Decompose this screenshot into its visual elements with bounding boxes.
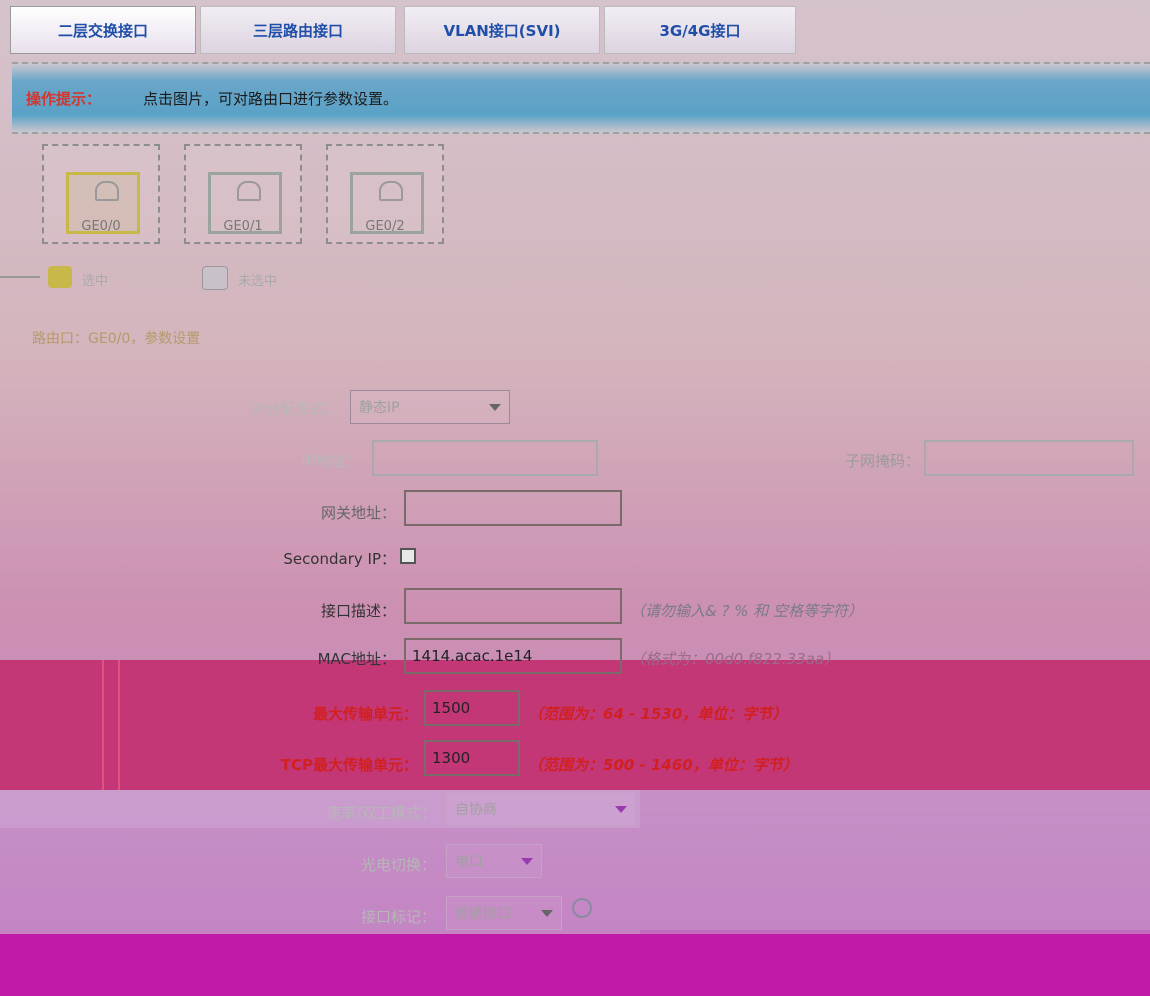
ip-address-input[interactable] [372,440,598,476]
secondary-ip-checkbox[interactable] [400,548,416,564]
mac-address-label: MAC地址： [317,650,396,668]
bottom-band [0,934,1150,996]
band-divider [102,660,120,790]
ethernet-port-icon [379,181,403,201]
ip-address-label: IP地址： [301,452,360,470]
description-label: 接口描述： [320,602,396,620]
port-ge0-0[interactable]: GE0/0 [42,144,160,244]
mac-address-hint: （格式为：00d0.f822.33aa） [630,650,840,668]
mtu-hint: （范围为：64 - 1530，单位：字节） [528,705,788,723]
chevron-down-icon [521,858,533,865]
description-input[interactable] [404,588,622,624]
legend-unselected-label: 未选中 [238,274,278,289]
tip-label: 操作提示： [26,90,102,108]
medium-select[interactable]: 电口 [446,844,542,878]
port-label: GE0/1 [223,219,263,234]
gateway-input[interactable] [404,490,622,526]
legend-line [0,276,40,278]
section-title: 路由口：GE0/0，参数设置 [32,331,201,347]
ethernet-port-icon [95,181,119,201]
mac-address-input[interactable] [404,638,622,674]
medium-value: 电口 [455,854,483,870]
help-icon[interactable] [572,898,592,918]
secondary-ip-label: Secondary IP： [283,550,396,568]
tab-vlan-svi[interactable]: VLAN接口(SVI) [404,6,600,54]
mtu-input[interactable] [424,690,520,726]
legend-unselected-swatch [202,266,228,290]
link-select[interactable]: 普通接口 [446,896,562,930]
port-ge0-2[interactable]: GE0/2 [326,144,444,244]
tip-text: 点击图片，可对路由口进行参数设置。 [143,90,399,108]
tab-layer2-switch[interactable]: 二层交换接口 [10,6,196,54]
tcp-mtu-hint: （范围为：500 - 1460，单位：字节） [528,756,798,774]
tcp-mtu-input[interactable] [424,740,520,776]
link-label: 接口标记： [360,908,436,926]
port-ge0-1[interactable]: GE0/1 [184,144,302,244]
subnet-mask-label: 子网掩码： [844,452,920,470]
legend-selected-label: 选中 [82,274,109,289]
legend-selected-swatch [48,266,72,288]
mtu-label: 最大传输单元： [312,705,418,723]
chevron-down-icon [615,806,627,813]
ip-mode-label: IP分配方式： [251,400,340,418]
chevron-down-icon [541,910,553,917]
port-label: GE0/0 [81,219,121,234]
subnet-mask-input[interactable] [924,440,1134,476]
medium-label: 光电切换： [360,856,436,874]
link-value: 普通接口 [455,906,511,922]
operation-tip-bar: 操作提示： 点击图片，可对路由口进行参数设置。 [12,62,1150,134]
gateway-label: 网关地址： [320,504,396,522]
tcp-mtu-label: TCP最大传输单元： [280,756,418,774]
description-hint: （请勿输入& ? % 和 空格等字符） [630,602,863,620]
ip-mode-select[interactable]: 静态IP [350,390,510,424]
speed-value: 自协商 [455,802,497,818]
ip-mode-value: 静态IP [359,400,400,416]
tab-layer3-routing[interactable]: 三层路由接口 [200,6,396,54]
speed-label: 速率/双工模式： [325,804,436,822]
port-label: GE0/2 [365,219,405,234]
speed-select[interactable]: 自协商 [446,792,636,826]
ethernet-port-icon [237,181,261,201]
tab-3g4g[interactable]: 3G/4G接口 [604,6,796,54]
chevron-down-icon [489,404,501,411]
